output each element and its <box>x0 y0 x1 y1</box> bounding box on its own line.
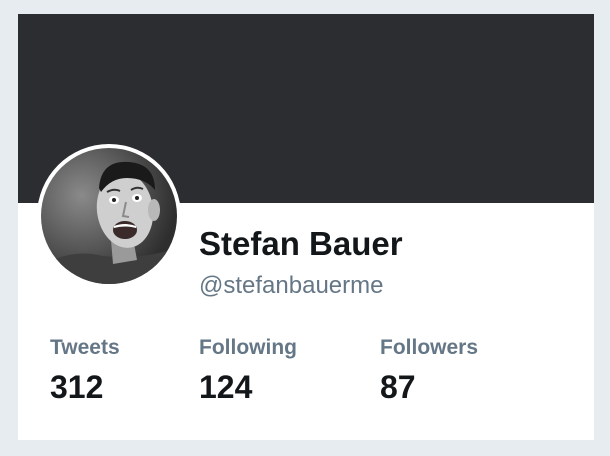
profile-photo <box>41 148 177 284</box>
stat-label: Tweets <box>50 336 120 359</box>
avatar[interactable] <box>37 144 181 288</box>
stat-value: 312 <box>50 369 104 405</box>
stat-value: 87 <box>380 369 416 405</box>
stat-label: Following <box>199 336 297 359</box>
stat-value: 124 <box>199 369 253 405</box>
profile-name: Stefan Bauer <box>199 225 403 262</box>
stat-following[interactable]: Following 124 <box>199 336 297 406</box>
profile-handle[interactable]: @stefanbauerme <box>199 272 383 300</box>
profile-card: Stefan Bauer @stefanbauerme Tweets 312 F… <box>18 14 594 440</box>
stat-label: Followers <box>380 336 479 359</box>
stat-followers[interactable]: Followers 87 <box>380 336 478 406</box>
stat-tweets[interactable]: Tweets 312 <box>50 336 120 406</box>
